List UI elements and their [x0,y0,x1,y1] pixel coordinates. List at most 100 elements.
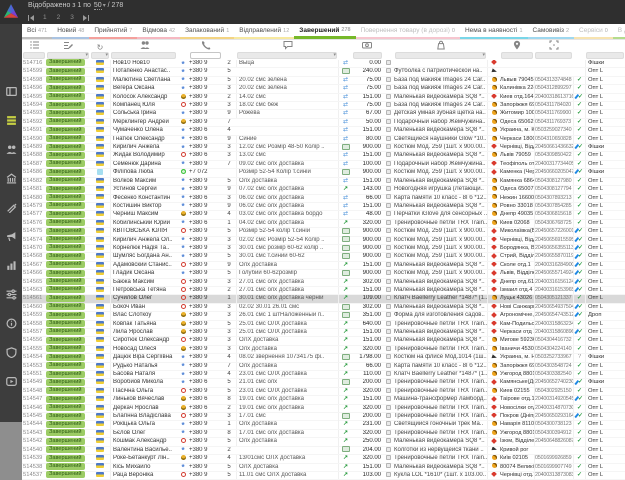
filter-input-amount[interactable] [353,52,382,59]
last-page-button[interactable] [83,15,89,21]
table-row[interactable]: 514565ЗавершенийБаюка Максим+380 9327.01… [22,279,625,287]
table-row[interactable]: 514596ЗавершенийВегера Оксана*+380 9320.… [22,85,625,93]
table-row[interactable]: 514555ЗавершенийНовосад Олеся+380 93Олх … [22,346,625,354]
table-row[interactable]: 514589ЗавершенийКирилич Анжела*+380 9312… [22,144,625,152]
table-row[interactable]: 514587ЗавершенийСеменюк Дарина*+380 9709… [22,161,625,169]
table-row[interactable]: 514548ЗавершенийПасічна Ольга+380 9523.0… [22,388,625,396]
table-row[interactable]: 514554ЗавершенийДацюк Віра Сергіївна*+38… [22,354,625,362]
ukraine-flag-icon [96,262,104,267]
tab-Сервіси[interactable]: Сервіси0 [574,24,613,39]
table-row[interactable]: 514538ЗавершенийКісь Михайло*+380 95ОЛХ … [22,464,625,472]
filter-input-ttn[interactable] [535,52,572,59]
delivery-city: Черкаси 18006 [500,136,534,143]
page-number-button[interactable]: 3 [70,14,74,21]
sidebar-item-handwriting[interactable] [0,194,22,223]
table-row[interactable]: 514537ЗавершенийРаца Вероніка+380 9511.0… [22,472,625,480]
client-orders-count: 5 [222,388,236,395]
table-row[interactable]: 514579ЗавершенийКостишин Виктор*+380 990… [22,203,625,211]
table-row[interactable]: 514570ЗавершенийКорнелюк Надія Та..*+380… [22,245,625,253]
sidebar-item-settings[interactable] [0,281,22,310]
table-row[interactable]: 514594ЗавершенийКомпанец Юля+380 9318.02… [22,102,625,110]
table-row[interactable]: 514558ЗавершенийКовпак Татьяна+380 9525.… [22,321,625,329]
table-row[interactable]: 514575ЗавершенийКВІТОВСЬКА ЮЛІЯ+380 95Ро… [22,228,625,236]
table-row[interactable]: 514568ЗавершенийШумляс Богдана Ан..*+380… [22,253,625,261]
column-header-ttn[interactable] [534,40,573,52]
table-row[interactable]: 514566ЗавершенийГладик Оксана*+380 95Гол… [22,270,625,278]
table-row[interactable]: 514716ЗавершенийНов10 Нов10*+380 92Выца⇄… [22,60,625,68]
filter-cell-price-type [585,52,625,59]
filter-input-phone[interactable] [190,52,221,59]
table-row[interactable]: 514557ЗавершенийЛила Ярослав+380 9325.01… [22,329,625,337]
filter-input-price-type[interactable] [586,52,624,59]
table-row[interactable]: 514574ЗавершенийКирилич Анжела Ол..*+380… [22,237,625,245]
table-row[interactable]: 514544ЗавершенийРокіцька Ольга*+380 91Ол… [22,421,625,429]
table-row[interactable]: 514539ЗавершенийРоке-Бетанкурт Лін..+380… [22,455,625,463]
table-row[interactable]: 514598ЗавершенийМалютина Светлана*+380 9… [22,77,625,85]
table-row[interactable]: 514547ЗавершенийЛиньков Вячеслав+380 681… [22,396,625,404]
table-row[interactable]: 514551ЗавершенийБасова Наталя*+380 9423.… [22,371,625,379]
filter-input-client[interactable] [111,52,176,59]
sidebar-item-tutorials[interactable] [0,368,22,397]
chevron-down-icon[interactable]: ▾ [333,52,336,58]
table-row[interactable]: 514556ЗавершенийСиротюк Олександр+380 93… [22,337,625,345]
chevron-down-icon[interactable]: ▾ [482,52,485,58]
order-id: 514592 [22,119,46,126]
source-asterisk-icon: * [177,84,189,93]
table-row[interactable]: 514582ЗавершенийВолков Максим*+380 95Олх… [22,178,625,186]
table-row[interactable]: 514559ЗавершенийВлас Слоткоу+380 9326.01… [22,312,625,320]
filter-input-address[interactable] [501,52,533,59]
column-header-id[interactable] [22,40,46,52]
table-row[interactable]: 514543ЗавершенийБєлов Олег*+380 9817.01 … [22,430,625,438]
sidebar-item-security[interactable] [0,339,22,368]
sidebar-item-statistics[interactable] [0,252,22,281]
table-row[interactable]: 514593ЗавершенийСольська Ірина*+380 99Ро… [22,110,625,118]
sidebar-item-orders[interactable] [0,107,22,136]
table-row[interactable]: 514540ЗавершенийВалентина Василье..*+380… [22,447,625,455]
filter-input-channel[interactable]: ▾ [91,52,109,59]
table-row[interactable]: 514560ЗавершенийБокоч Иван+380 9302.02 3… [22,304,625,312]
table-row[interactable]: 514546ЗавершенийДеркач Ярослав+380 6219.… [22,405,625,413]
payment-method-icon: ⇄ [338,152,352,159]
filter-input-products[interactable]: ▾ [395,52,486,59]
tracking-number: 20450656915595 [534,237,573,244]
table-row[interactable]: 514590ЗавершенийГнатюк Олександр*+380 69… [22,136,625,144]
product-thumb-icon [383,270,394,277]
table-row[interactable]: 514595ЗавершенийКолосок Александр+380 92… [22,94,625,102]
app-logo[interactable] [2,2,20,21]
tab-Самовивіз[interactable]: Самовивіз2 [528,24,575,39]
sidebar-item-marketing[interactable] [0,223,22,252]
client-orders-count: 2 [222,287,236,294]
table-row[interactable]: 514549ЗавершенийВоробйов Микола*+380 652… [22,379,625,387]
table-row[interactable]: 514542ЗавершенийКошмак Александр+380 95О… [22,438,625,446]
table-row[interactable]: 514545ЗавершенийБлагінна Владіслава+380 … [22,413,625,421]
table-row[interactable]: 514581ЗавершенийУстинов Сергей*+380 9907… [22,186,625,194]
table-row[interactable]: 514586ЗавершенийФіліпова Люба+7 072Розмі… [22,169,625,177]
filter-input-comment[interactable]: ▾ [237,52,337,59]
table-row[interactable]: 514588ЗавершенийЖидак Володимир+380 6313… [22,152,625,160]
chevron-down-icon[interactable]: ▾ [105,52,108,58]
sidebar-item-clients[interactable] [0,136,22,165]
chevron-down-icon[interactable]: ▾ [85,52,88,58]
column-header-address[interactable] [500,40,534,52]
table-row[interactable]: 514592ЗавершенийМерклингер Андрей+380 97… [22,119,625,127]
table-row[interactable]: 514576ЗавершенийКобилинський Юрий*+380 6… [22,220,625,228]
page-number-button[interactable]: 2 [57,14,61,21]
page-size-dropdown[interactable]: 50 [94,2,102,10]
table-row[interactable]: 514567ЗавершенийАдамовский Станис..+380 … [22,262,625,270]
table-row[interactable]: 514563ЗавершенийПетровська Тетяна+380 92… [22,287,625,295]
table-row[interactable]: 514577ЗавершенийЧерниш Максим+380 9403.0… [22,211,625,219]
filter-input-id[interactable] [23,52,45,59]
table-row[interactable]: 514553ЗавершенийРудько Наталья*+380 97Ол… [22,363,625,371]
product-thumb-icon [383,152,394,159]
table-row[interactable]: 514580ЗавершенийФесенко Константин*+380 … [22,195,625,203]
sidebar-item-dashboard[interactable] [0,78,22,107]
tab-В дорозі додому[interactable]: В дорозі додому [613,24,625,39]
page-number-button[interactable]: 1 [43,14,47,21]
first-page-button[interactable] [28,15,34,21]
sidebar-item-info[interactable] [0,310,22,339]
table-row[interactable]: 514561ЗавершенийСучилов Олег+380 9130.01… [22,295,625,303]
table-row[interactable]: 514591ЗавершенийЧумаченко Олена*+380 64⇄… [22,127,625,135]
table-row[interactable]: 514599ЗавершенийПотапенко Анастас..*+380… [22,68,625,76]
sidebar-item-store[interactable] [0,165,22,194]
filter-input-status[interactable]: ▾ [47,52,89,59]
